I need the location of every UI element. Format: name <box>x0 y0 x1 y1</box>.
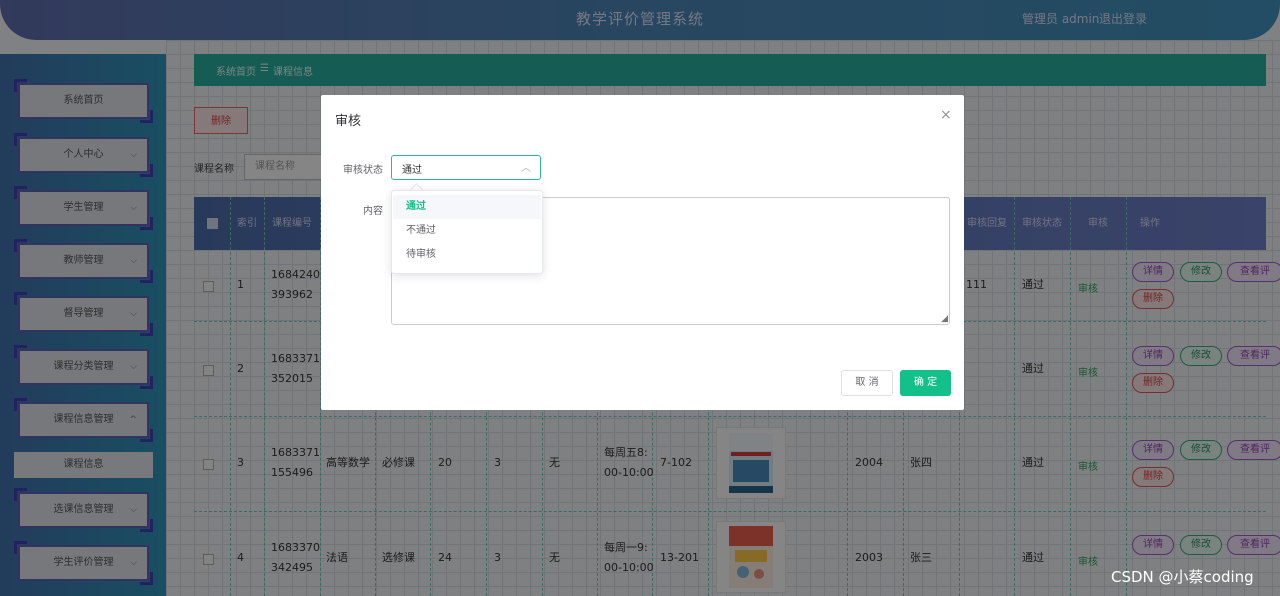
option-pending[interactable]: 待审核 <box>393 243 541 267</box>
option-rejected[interactable]: 不通过 <box>393 219 541 243</box>
chevron-up-icon: ︿ <box>521 163 531 174</box>
cancel-button[interactable]: 取 消 <box>841 370 893 396</box>
status-dropdown-menu: 通过 不通过 待审核 <box>391 190 543 274</box>
audit-status-value: 通过 <box>402 165 422 176</box>
audit-status-select[interactable]: 通过 ︿ <box>391 155 541 180</box>
confirm-button[interactable]: 确 定 <box>900 370 951 396</box>
resize-handle-icon[interactable]: ◢ <box>941 314 948 324</box>
audit-status-label: 审核状态 <box>343 165 383 176</box>
option-approved[interactable]: 通过 <box>393 195 541 219</box>
watermark: CSDN @小蔡coding <box>1111 568 1254 586</box>
close-icon[interactable]: × <box>940 107 952 123</box>
dialog-title: 审核 <box>335 114 362 129</box>
content-label: 内容 <box>363 206 383 217</box>
